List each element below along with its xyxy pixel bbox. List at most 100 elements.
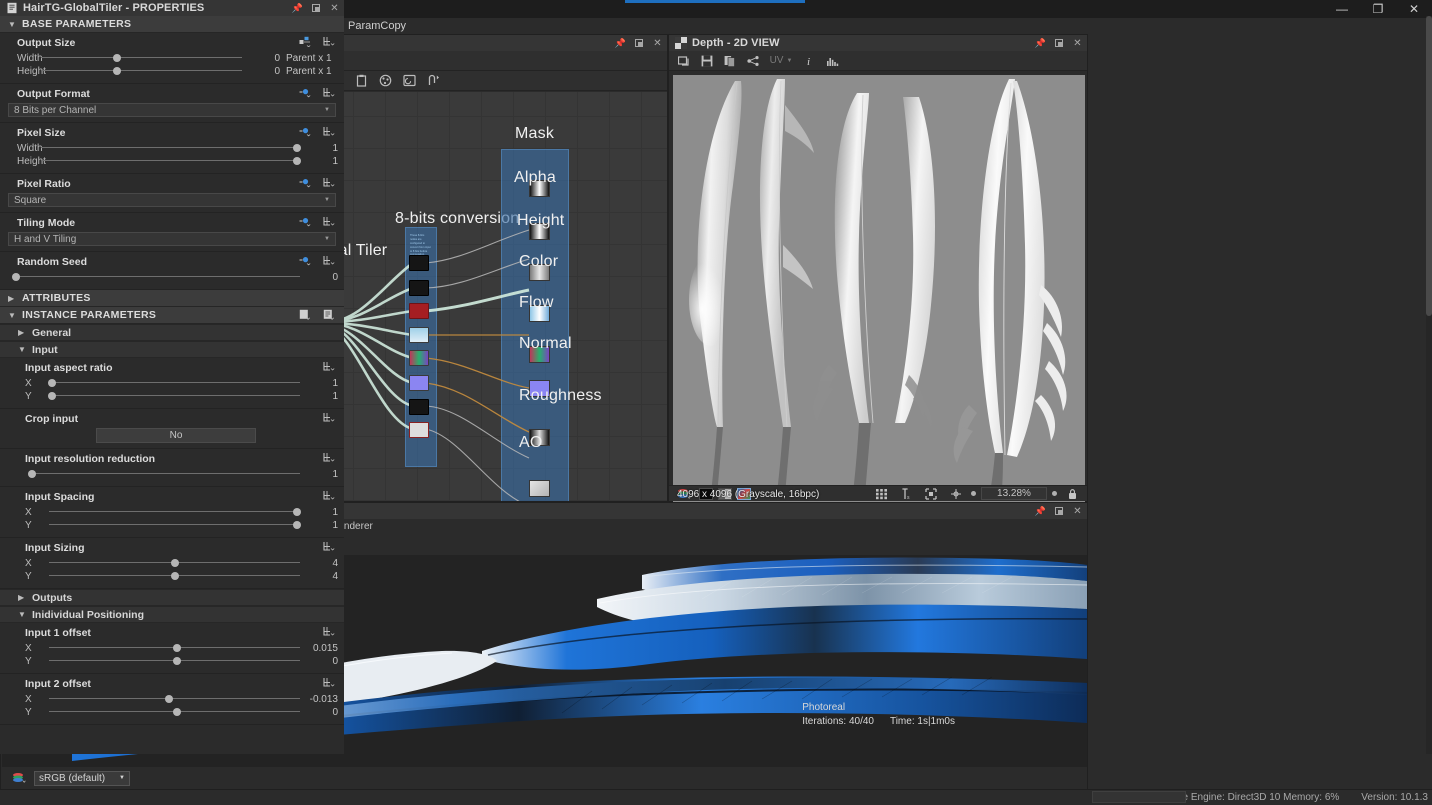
tiling-mode-select[interactable]: H and V Tiling ▼ [8, 232, 336, 246]
pan-icon[interactable] [946, 485, 966, 503]
maximize-icon[interactable] [1055, 39, 1063, 47]
function-graph-icon[interactable] [323, 216, 336, 227]
expose-parameter-icon[interactable] [299, 126, 312, 137]
node-8bit-mask[interactable] [409, 255, 429, 271]
param-row[interactable]: 0 [0, 271, 344, 283]
node-8bit-normal[interactable] [409, 375, 429, 391]
pixel-ratio-select[interactable]: Square ▼ [8, 193, 336, 207]
maximize-icon[interactable] [1055, 507, 1063, 515]
slider[interactable] [27, 469, 300, 479]
publish-icon[interactable] [423, 72, 443, 90]
uv-select[interactable]: UV ▼ [766, 52, 796, 70]
slider[interactable] [47, 391, 300, 401]
reset-preset-icon[interactable] [299, 309, 312, 321]
3d-preview-icon[interactable] [375, 72, 395, 90]
node-8bit-roughness[interactable] [409, 399, 429, 415]
node-8bit-color[interactable] [409, 327, 429, 343]
expose-parameter-icon[interactable] [299, 216, 312, 227]
maximize-icon[interactable] [635, 39, 643, 47]
pin-icon[interactable] [1035, 506, 1046, 517]
param-row[interactable]: X 0.015 [8, 642, 344, 654]
param-row[interactable]: Width 1 [0, 142, 344, 154]
info-icon[interactable]: i [799, 52, 819, 70]
slider[interactable] [41, 156, 302, 166]
reload-graph-icon[interactable] [399, 72, 419, 90]
node-8bit-flow[interactable] [409, 350, 429, 366]
properties-body[interactable]: ▼ BASE PARAMETERS Output Size Width 0 Pa… [0, 16, 344, 754]
output-node-ao[interactable] [529, 480, 550, 497]
maximize-icon[interactable] [312, 4, 320, 12]
subsection-individual-positioning[interactable]: ▼ Inidividual Positioning [0, 606, 344, 623]
zoom-level-field[interactable]: 13.28% [981, 487, 1047, 500]
param-row[interactable]: X 4 [8, 557, 344, 569]
lock-icon[interactable] [1062, 485, 1082, 503]
slider[interactable] [47, 378, 300, 388]
function-graph-icon[interactable] [323, 36, 336, 47]
colorspace-icon[interactable] [9, 769, 29, 787]
subsection-general[interactable]: ▶ General [0, 324, 344, 341]
function-graph-icon[interactable] [323, 177, 336, 188]
copy-icon[interactable] [720, 52, 740, 70]
function-graph-icon[interactable] [323, 361, 336, 372]
slider[interactable] [41, 53, 242, 63]
menu-paramcopy[interactable]: ParamCopy [339, 18, 415, 34]
param-row[interactable]: Height 0 Parent x 1 [0, 65, 344, 77]
section-base-parameters[interactable]: ▼ BASE PARAMETERS [0, 16, 344, 33]
new-view-icon[interactable] [674, 52, 694, 70]
param-row[interactable]: Width 0 Parent x 1 [0, 52, 344, 64]
param-row[interactable]: Y 0 [8, 706, 344, 718]
node-8bit-alpha[interactable] [409, 280, 429, 296]
function-graph-icon[interactable] [323, 626, 336, 637]
subsection-input[interactable]: ▼ Input [0, 341, 344, 358]
slider[interactable] [49, 507, 302, 517]
pin-icon[interactable] [1035, 38, 1046, 49]
fit-height-icon[interactable]: s [896, 485, 916, 503]
close-icon[interactable]: ✕ [1072, 506, 1083, 517]
section-instance-parameters[interactable]: ▼ INSTANCE PARAMETERS [0, 307, 344, 324]
function-graph-icon[interactable] [323, 126, 336, 137]
zoom-out-icon[interactable] [971, 491, 976, 496]
param-row[interactable]: Y 4 [8, 570, 344, 582]
fit-image-icon[interactable] [921, 485, 941, 503]
slider[interactable] [41, 143, 302, 153]
expose-parameter-icon[interactable] [299, 255, 312, 266]
function-graph-icon[interactable] [323, 490, 336, 501]
function-graph-icon[interactable] [323, 677, 336, 688]
param-row[interactable]: X 1 [8, 506, 344, 518]
properties-scrollbar[interactable] [1426, 16, 1432, 754]
share-icon[interactable] [743, 52, 763, 70]
view2d-canvas[interactable]: 4096 x 4096 (Grayscale, 16bpc) [673, 75, 1085, 503]
pin-icon[interactable] [292, 3, 303, 14]
close-icon[interactable]: ✕ [652, 38, 663, 49]
function-graph-icon[interactable] [323, 87, 336, 98]
slider[interactable] [49, 656, 300, 666]
close-icon[interactable]: ✕ [1072, 38, 1083, 49]
histogram-icon[interactable] [822, 52, 842, 70]
colorspace-select[interactable]: sRGB (default) ▼ [34, 770, 130, 786]
param-row[interactable]: Y 1 [8, 519, 344, 531]
close-icon[interactable]: ✕ [329, 3, 340, 14]
slider[interactable] [49, 571, 300, 581]
function-graph-icon[interactable] [323, 255, 336, 266]
function-graph-icon[interactable] [323, 452, 336, 463]
minimize-button[interactable]: — [1324, 0, 1360, 18]
section-attributes[interactable]: ▶ ATTRIBUTES [0, 290, 344, 307]
subsection-outputs[interactable]: ▶ Outputs [0, 589, 344, 606]
save-icon[interactable] [697, 52, 717, 70]
crop-input-toggle[interactable]: No [96, 428, 256, 443]
slider[interactable] [49, 520, 302, 530]
output-format-select[interactable]: 8 Bits per Channel ▼ [8, 103, 336, 117]
slider[interactable] [49, 694, 300, 704]
zoom-in-icon[interactable] [1052, 491, 1057, 496]
tiling-grid-icon[interactable] [871, 485, 891, 503]
clipboard-icon[interactable] [351, 72, 371, 90]
param-row[interactable]: 1 [8, 468, 344, 480]
function-graph-icon[interactable] [323, 541, 336, 552]
slider[interactable] [41, 66, 242, 76]
scrollbar-thumb[interactable] [1426, 16, 1432, 316]
node-8bit-ao[interactable] [409, 422, 429, 438]
slider[interactable] [49, 643, 300, 653]
slider[interactable] [49, 558, 300, 568]
param-row[interactable]: Y 1 [8, 390, 344, 402]
param-row[interactable]: X 1 [8, 377, 344, 389]
